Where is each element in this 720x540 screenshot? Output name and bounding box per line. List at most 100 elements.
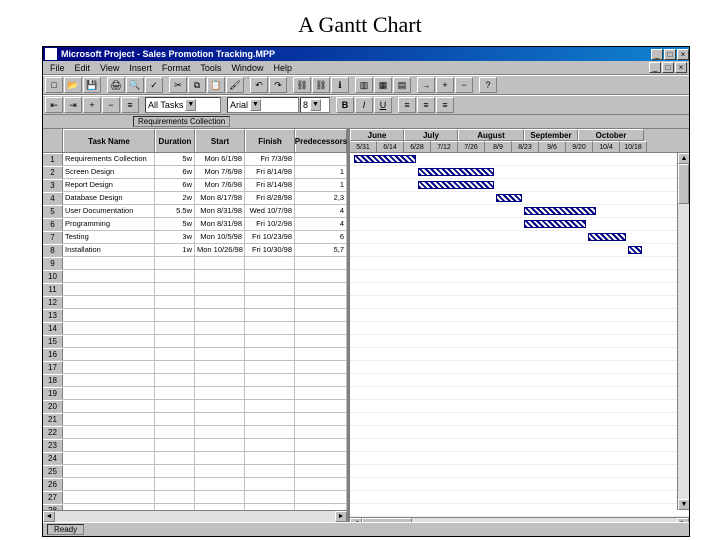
cell-duration[interactable]: 5w bbox=[155, 153, 195, 165]
row-number[interactable]: 23 bbox=[43, 439, 63, 451]
cell-pred[interactable]: 1 bbox=[295, 179, 347, 191]
cell-pred[interactable] bbox=[295, 283, 347, 295]
gantt-row[interactable] bbox=[350, 504, 689, 517]
bold-button[interactable]: B bbox=[336, 97, 354, 113]
gantt-row[interactable] bbox=[350, 400, 689, 413]
row-number[interactable]: 12 bbox=[43, 296, 63, 308]
copy-icon[interactable]: ⧉ bbox=[188, 77, 206, 93]
cell-pred[interactable]: 4 bbox=[295, 205, 347, 217]
row-number[interactable]: 26 bbox=[43, 478, 63, 490]
cell-finish[interactable] bbox=[245, 400, 295, 412]
resource-icon[interactable]: ▦ bbox=[374, 77, 392, 93]
cell-start[interactable] bbox=[195, 257, 245, 269]
gantt-row[interactable] bbox=[350, 439, 689, 452]
scroll-down-icon[interactable]: ▼ bbox=[678, 499, 689, 510]
menu-insert[interactable]: Insert bbox=[124, 63, 157, 73]
help-icon[interactable]: ? bbox=[479, 77, 497, 93]
cell-start[interactable]: Mon 7/6/98 bbox=[195, 166, 245, 178]
col-task-name[interactable]: Task Name bbox=[63, 129, 155, 152]
scroll-right-icon[interactable]: ► bbox=[677, 518, 689, 522]
preview-icon[interactable]: 🔍 bbox=[126, 77, 144, 93]
cell-start[interactable] bbox=[195, 348, 245, 360]
cell-duration[interactable] bbox=[155, 335, 195, 347]
cell-task[interactable]: Report Design bbox=[63, 179, 155, 191]
row-number[interactable]: 16 bbox=[43, 348, 63, 360]
col-duration[interactable]: Duration bbox=[155, 129, 195, 152]
scroll-left-icon[interactable]: ◄ bbox=[43, 511, 55, 522]
gantt-row[interactable] bbox=[350, 179, 689, 192]
cell-start[interactable]: Mon 6/1/98 bbox=[195, 153, 245, 165]
table-row[interactable]: 11 bbox=[43, 283, 347, 296]
cell-pred[interactable] bbox=[295, 374, 347, 386]
table-row[interactable]: 1Requirements Collection5wMon 6/1/98Fri … bbox=[43, 153, 347, 166]
row-number[interactable]: 10 bbox=[43, 270, 63, 282]
cell-start[interactable] bbox=[195, 387, 245, 399]
row-number[interactable]: 6 bbox=[43, 218, 63, 230]
gantt-hscroll[interactable]: ◄ ► bbox=[350, 517, 689, 522]
cell-finish[interactable]: Wed 10/7/98 bbox=[245, 205, 295, 217]
gantt-bar[interactable] bbox=[418, 181, 494, 189]
cell-task[interactable] bbox=[63, 465, 155, 477]
cell-finish[interactable]: Fri 8/28/98 bbox=[245, 192, 295, 204]
cell-duration[interactable] bbox=[155, 374, 195, 386]
table-row[interactable]: 9 bbox=[43, 257, 347, 270]
menu-view[interactable]: View bbox=[95, 63, 124, 73]
chart-icon[interactable]: ▤ bbox=[393, 77, 411, 93]
cell-duration[interactable] bbox=[155, 465, 195, 477]
row-number[interactable]: 18 bbox=[43, 374, 63, 386]
menu-format[interactable]: Format bbox=[157, 63, 196, 73]
cell-task[interactable]: Testing bbox=[63, 231, 155, 243]
gantt-row[interactable] bbox=[350, 231, 689, 244]
cell-finish[interactable]: Fri 10/2/98 bbox=[245, 218, 295, 230]
filter-combo[interactable]: All Tasks▼ bbox=[145, 97, 221, 113]
gantt-row[interactable] bbox=[350, 257, 689, 270]
cell-finish[interactable] bbox=[245, 413, 295, 425]
cell-start[interactable] bbox=[195, 361, 245, 373]
cell-start[interactable] bbox=[195, 322, 245, 334]
align-left-icon[interactable]: ≡ bbox=[398, 97, 416, 113]
cell-finish[interactable] bbox=[245, 335, 295, 347]
cell-pred[interactable] bbox=[295, 426, 347, 438]
paste-icon[interactable]: 📋 bbox=[207, 77, 225, 93]
cell-duration[interactable] bbox=[155, 452, 195, 464]
cell-duration[interactable] bbox=[155, 361, 195, 373]
table-row[interactable]: 6Programming5wMon 8/31/98Fri 10/2/984 bbox=[43, 218, 347, 231]
scroll-left-icon[interactable]: ◄ bbox=[350, 518, 362, 522]
menu-window[interactable]: Window bbox=[226, 63, 268, 73]
cell-start[interactable]: Mon 10/26/98 bbox=[195, 244, 245, 256]
table-row[interactable]: 23 bbox=[43, 439, 347, 452]
cell-duration[interactable] bbox=[155, 322, 195, 334]
cell-duration[interactable] bbox=[155, 348, 195, 360]
underline-button[interactable]: U bbox=[374, 97, 392, 113]
row-number[interactable]: 13 bbox=[43, 309, 63, 321]
row-number[interactable]: 22 bbox=[43, 426, 63, 438]
cell-finish[interactable]: Fri 7/3/98 bbox=[245, 153, 295, 165]
save-icon[interactable]: 💾 bbox=[83, 77, 101, 93]
cell-start[interactable] bbox=[195, 335, 245, 347]
cell-pred[interactable] bbox=[295, 296, 347, 308]
cell-start[interactable] bbox=[195, 452, 245, 464]
scroll-track[interactable] bbox=[55, 511, 335, 522]
cell-task[interactable]: Screen Design bbox=[63, 166, 155, 178]
timeline-body[interactable] bbox=[350, 153, 689, 517]
cell-finish[interactable] bbox=[245, 439, 295, 451]
undo-icon[interactable]: ↶ bbox=[250, 77, 268, 93]
cell-duration[interactable]: 5.5w bbox=[155, 205, 195, 217]
corner-cell[interactable] bbox=[43, 129, 63, 152]
cell-pred[interactable] bbox=[295, 348, 347, 360]
table-row[interactable]: 8Installation1wMon 10/26/98Fri 10/30/985… bbox=[43, 244, 347, 257]
hide-sub-icon[interactable]: − bbox=[102, 97, 120, 113]
scroll-up-icon[interactable]: ▲ bbox=[678, 153, 689, 164]
gantt-row[interactable] bbox=[350, 348, 689, 361]
zoom-in-icon[interactable]: + bbox=[436, 77, 454, 93]
menu-tools[interactable]: Tools bbox=[195, 63, 226, 73]
table-row[interactable]: 12 bbox=[43, 296, 347, 309]
menu-file[interactable]: File bbox=[45, 63, 70, 73]
cell-finish[interactable] bbox=[245, 270, 295, 282]
scroll-thumb[interactable] bbox=[678, 164, 689, 204]
cell-task[interactable]: Programming bbox=[63, 218, 155, 230]
goto-icon[interactable]: → bbox=[417, 77, 435, 93]
cell-pred[interactable] bbox=[295, 478, 347, 490]
cell-task[interactable]: Database Design bbox=[63, 192, 155, 204]
gantt-row[interactable] bbox=[350, 413, 689, 426]
